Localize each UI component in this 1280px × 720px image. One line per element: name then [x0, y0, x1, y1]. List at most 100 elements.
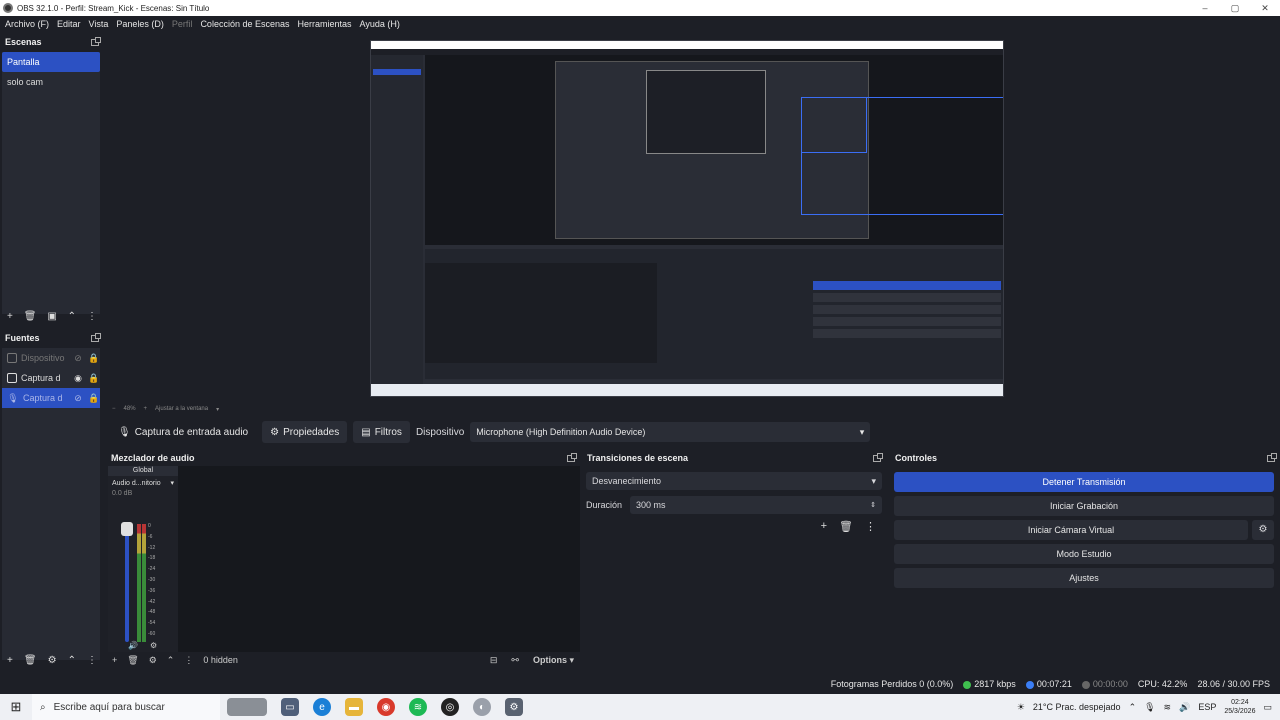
move-up-icon[interactable]: ⌃	[68, 311, 76, 322]
source-item[interactable]: Captura d ◉ 🔒	[2, 368, 100, 388]
more-icon[interactable]: ⋮	[87, 655, 97, 666]
cpu-usage: CPU: 42.2%	[1137, 679, 1188, 689]
add-icon[interactable]: +	[112, 655, 117, 665]
filter-icon: ▤	[361, 426, 371, 438]
channel-controls: 🔊 ⚙	[128, 641, 157, 650]
windows-start-icon[interactable]: ⊞	[0, 699, 32, 715]
minimize-button[interactable]: –	[1190, 3, 1220, 13]
speaker-icon[interactable]: 🔊	[1179, 702, 1190, 713]
task-view-icon[interactable]: ▭	[281, 698, 299, 716]
chrome-icon[interactable]: ◉	[377, 698, 395, 716]
start-virtual-camera-button[interactable]: Iniciar Cámara Virtual	[894, 520, 1248, 540]
clock[interactable]: 02:24 25/3/2026	[1224, 698, 1255, 716]
fit-window-label[interactable]: Ajustar a la ventana	[155, 406, 208, 412]
filters-button[interactable]: ▤ Filtros	[353, 421, 410, 443]
file-explorer-icon[interactable]: ▬	[345, 698, 363, 716]
more-icon[interactable]: ⋮	[184, 655, 193, 666]
hidden-eye-icon[interactable]: ⊘	[72, 393, 84, 404]
menu-paneles[interactable]: Paneles (D)	[116, 19, 164, 29]
source-item[interactable]: 🎙 Captura d ⊘ 🔒	[2, 388, 100, 408]
gear-icon[interactable]: ⚙	[149, 655, 157, 666]
language-indicator[interactable]: ESP	[1198, 702, 1216, 712]
properties-button[interactable]: ⚙ Propiedades	[262, 421, 348, 443]
lock-icon[interactable]: 🔒	[88, 393, 100, 404]
chevron-down-icon[interactable]: ▾	[216, 406, 219, 413]
menu-vista[interactable]: Vista	[89, 19, 109, 29]
undock-icon[interactable]	[873, 452, 883, 462]
trash-icon[interactable]: 🗑	[24, 311, 37, 322]
add-icon[interactable]: +	[7, 311, 13, 322]
options-button[interactable]: Options ▾	[533, 655, 574, 666]
maximize-button[interactable]: ▢	[1220, 3, 1250, 14]
device-select[interactable]: Microphone (High Definition Audio Device…	[470, 422, 871, 442]
sources-dock: Fuentes Dispositivo ⊘ 🔒 Captura d ◉ 🔒 🎙 …	[0, 330, 104, 670]
trash-icon[interactable]: 🗑	[839, 520, 853, 533]
hidden-eye-icon[interactable]: ⊘	[72, 353, 84, 364]
more-icon[interactable]: ⋮	[865, 520, 876, 533]
taskbar-search[interactable]: ⌕ Escribe aquí para buscar	[32, 694, 220, 720]
microphone-icon[interactable]: 🎙	[1144, 702, 1155, 713]
filter-icon[interactable]: ▣	[47, 311, 56, 322]
stop-streaming-button[interactable]: Detener Transmisión	[894, 472, 1274, 492]
wifi-icon[interactable]: ≋	[1164, 702, 1172, 713]
weather-icon[interactable]: ☀	[1017, 702, 1025, 713]
lock-icon[interactable]: 🔒	[88, 373, 100, 384]
preview-nested-titlebar	[371, 41, 1003, 49]
link-icon[interactable]: ⚯	[511, 655, 519, 666]
stepper-icon[interactable]: ⇕	[870, 501, 876, 509]
more-icon[interactable]: ⋮	[87, 311, 97, 322]
menu-perfil[interactable]: Perfil	[172, 19, 193, 29]
menu-archivo[interactable]: Archivo (F)	[5, 19, 49, 29]
duration-input[interactable]: 300 ms ⇕	[630, 496, 882, 514]
trash-icon[interactable]: 🗑	[24, 655, 37, 666]
menu-coleccion-escenas[interactable]: Colección de Escenas	[200, 19, 289, 29]
channel-name[interactable]: Audio d...nitorio ▾	[108, 476, 178, 490]
scenes-title: Escenas	[5, 37, 42, 47]
options-label: Options	[532, 654, 567, 665]
settings-button[interactable]: Ajustes	[894, 568, 1274, 588]
microphone-icon: 🎙	[7, 392, 19, 403]
eye-icon[interactable]: ◉	[72, 373, 84, 384]
volume-slider[interactable]	[125, 524, 129, 642]
edge-icon[interactable]: e	[313, 698, 331, 716]
menu-ayuda[interactable]: Ayuda (H)	[360, 19, 400, 29]
obs-icon[interactable]: ◎	[441, 698, 459, 716]
undock-icon[interactable]	[567, 452, 577, 462]
speaker-icon[interactable]: 🔊	[128, 641, 138, 650]
zoom-in-button[interactable]: +	[144, 406, 148, 412]
virtual-camera-settings-button[interactable]: ⚙	[1252, 520, 1274, 540]
app-icon[interactable]: ◐	[473, 698, 491, 716]
menu-herramientas[interactable]: Herramientas	[298, 19, 352, 29]
menu-editar[interactable]: Editar	[57, 19, 81, 29]
layout-icon[interactable]: ⊟	[490, 655, 498, 666]
volume-slider-handle[interactable]	[121, 522, 133, 536]
add-icon[interactable]: +	[821, 520, 827, 533]
start-recording-button[interactable]: Iniciar Grabación	[894, 496, 1274, 516]
lock-icon[interactable]: 🔒	[88, 353, 100, 364]
move-up-icon[interactable]: ⌃	[68, 655, 76, 666]
undock-icon[interactable]	[91, 332, 101, 342]
zoom-out-button[interactable]: −	[112, 406, 116, 412]
scene-item-pantalla[interactable]: Pantalla	[2, 52, 100, 72]
source-item[interactable]: Dispositivo ⊘ 🔒	[2, 348, 100, 368]
channel-config-icon[interactable]: ⚙	[150, 641, 157, 650]
chevron-up-icon[interactable]: ⌃	[1129, 702, 1137, 713]
close-button[interactable]: ✕	[1250, 3, 1280, 14]
add-icon[interactable]: +	[7, 655, 13, 666]
move-up-icon[interactable]: ⌃	[167, 655, 175, 666]
hidden-count: 0 hidden	[203, 655, 238, 665]
spotify-icon[interactable]: ≋	[409, 698, 427, 716]
trash-icon[interactable]: 🗑	[127, 655, 138, 666]
transition-select[interactable]: Desvanecimiento ▾	[586, 472, 882, 490]
notifications-icon[interactable]: ▭	[1263, 702, 1272, 713]
undock-icon[interactable]	[91, 36, 101, 46]
studio-mode-button[interactable]: Modo Estudio	[894, 544, 1274, 564]
obs-logo-icon	[3, 3, 13, 13]
gear-icon[interactable]: ⚙	[48, 655, 57, 666]
settings-gear-icon[interactable]: ⚙	[505, 698, 523, 716]
undock-icon[interactable]	[1267, 452, 1277, 462]
weather-text[interactable]: 21°C Prac. despejado	[1033, 702, 1121, 712]
scene-item-solo-cam[interactable]: solo cam	[2, 72, 100, 92]
preview-area[interactable]	[106, 34, 1280, 400]
preview-canvas[interactable]	[370, 40, 1004, 397]
